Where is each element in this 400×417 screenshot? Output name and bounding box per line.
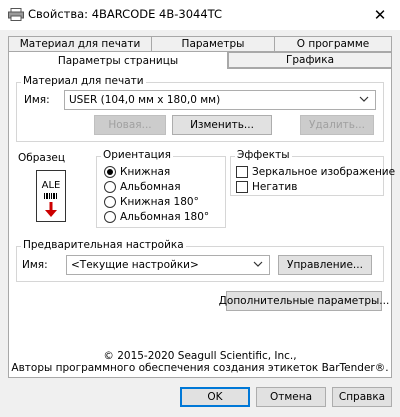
authors-text: Авторы программного обеспечения создания… — [11, 362, 389, 374]
tab-media[interactable]: Материал для печати — [8, 36, 152, 52]
new-media-button[interactable]: Новая... — [94, 115, 166, 135]
cancel-button[interactable]: Отмена — [256, 387, 326, 407]
orientation-landscape-radio[interactable]: Альбомная — [104, 181, 181, 193]
preset-name-value: <Текущие настройки> — [71, 259, 199, 271]
radio-icon — [104, 196, 116, 208]
chevron-down-icon — [253, 261, 263, 267]
sample-preview-text: ALE — [41, 180, 61, 191]
media-name-label: Имя: — [24, 94, 50, 106]
radio-icon — [104, 211, 116, 223]
tab-label: О программе — [296, 38, 370, 50]
sample-label: Образец — [18, 152, 66, 164]
media-name-value: USER (104,0 мм x 180,0 мм) — [69, 94, 221, 106]
tab-parameters[interactable]: Параметры — [151, 36, 275, 52]
checkbox-label: Зеркальное изображение — [252, 166, 396, 178]
ok-button[interactable]: OK — [180, 387, 250, 407]
tab-label: Материал для печати — [19, 38, 141, 50]
radio-label: Книжная — [120, 166, 171, 178]
tab-label: Графика — [285, 54, 335, 66]
orientation-portrait-radio[interactable]: Книжная — [104, 166, 170, 178]
orientation-landscape-180-radio[interactable]: Альбомная 180° — [104, 211, 209, 223]
media-name-select[interactable]: USER (104,0 мм x 180,0 мм) — [64, 90, 376, 110]
close-icon: ✕ — [373, 6, 387, 24]
orientation-group-label: Ориентация — [101, 149, 173, 161]
window-title: Свойства: 4BARCODE 4B-3044TC — [28, 7, 223, 21]
sample-preview: ALE — [36, 170, 66, 222]
delete-media-button[interactable]: Удалить... — [300, 115, 374, 135]
negative-checkbox[interactable]: Негатив — [236, 181, 297, 193]
mirror-checkbox[interactable]: Зеркальное изображение — [236, 166, 395, 178]
radio-label: Альбомная 180° — [120, 211, 210, 223]
tab-page-setup[interactable]: Параметры страницы — [8, 51, 228, 69]
tab-graphics[interactable]: Графика — [228, 52, 392, 68]
manage-presets-button[interactable]: Управление... — [278, 255, 372, 275]
tab-label: Параметры страницы — [57, 54, 179, 67]
checkbox-icon — [236, 166, 248, 178]
preset-group-label: Предварительная настройка — [21, 239, 186, 251]
radio-label: Книжная 180° — [120, 196, 199, 208]
orientation-portrait-180-radio[interactable]: Книжная 180° — [104, 196, 199, 208]
radio-selected-icon — [104, 166, 116, 178]
radio-icon — [104, 181, 116, 193]
advanced-options-button[interactable]: Дополнительные параметры... — [219, 291, 389, 311]
printer-icon — [8, 8, 24, 21]
checkbox-icon — [236, 181, 248, 193]
effects-group-label: Эффекты — [235, 149, 292, 161]
tab-label: Параметры — [181, 38, 245, 50]
preset-name-label: Имя: — [22, 259, 48, 271]
arrow-down-icon — [45, 202, 57, 217]
close-button[interactable]: ✕ — [360, 0, 400, 30]
media-group-label: Материал для печати — [21, 75, 146, 87]
chevron-down-icon — [359, 96, 369, 102]
preset-name-select[interactable]: <Текущие настройки> — [66, 255, 270, 275]
title-bar: Свойства: 4BARCODE 4B-3044TC ✕ — [0, 0, 400, 30]
edit-media-button[interactable]: Изменить... — [172, 115, 272, 135]
radio-label: Альбомная — [120, 181, 181, 193]
barcode-icon — [44, 193, 57, 199]
checkbox-label: Негатив — [252, 181, 298, 193]
tab-about[interactable]: О программе — [274, 36, 392, 52]
help-button[interactable]: Справка — [332, 387, 392, 407]
copyright-text: © 2015-2020 Seagull Scientific, Inc., — [103, 350, 297, 362]
